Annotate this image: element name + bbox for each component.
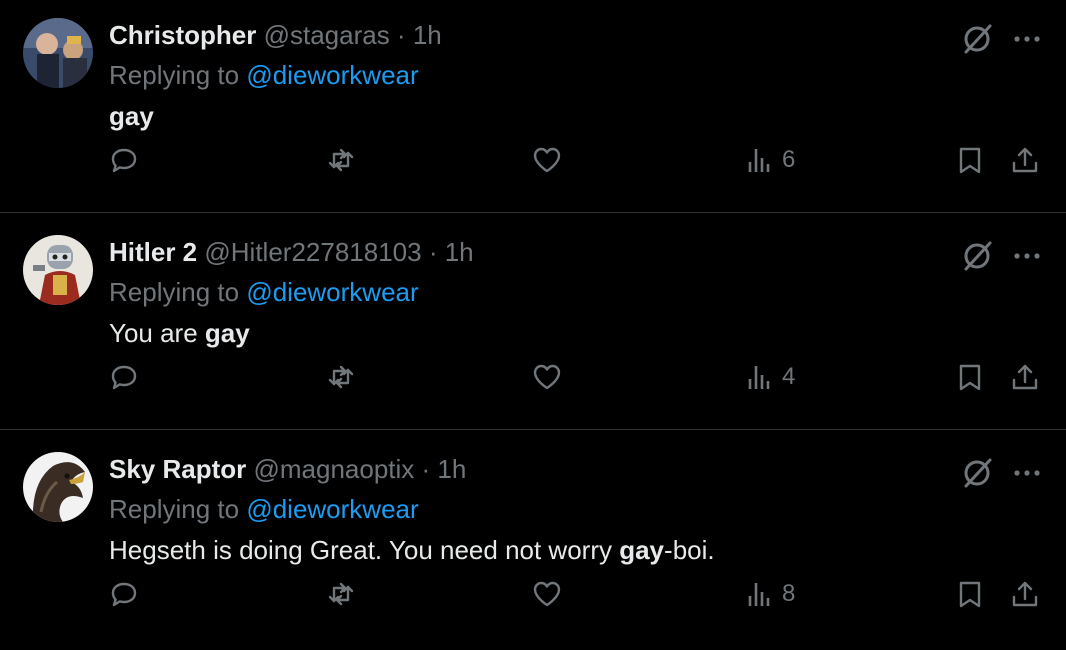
tweet-text-segment: gay (109, 101, 154, 131)
replying-to-label: Replying to (109, 277, 247, 307)
bookmark-icon (959, 147, 981, 174)
reply-icon (111, 365, 137, 390)
tweet-divider (0, 212, 1066, 213)
like-button[interactable] (532, 574, 562, 614)
share-button[interactable] (1010, 357, 1040, 397)
action-bar: 4 (0, 357, 1066, 397)
share-icon (1012, 147, 1038, 173)
avatar[interactable] (23, 18, 93, 88)
tweet-text: You are gay (109, 314, 250, 352)
views-count: 4 (782, 363, 796, 390)
bookmark-button[interactable] (955, 357, 985, 397)
tweet[interactable]: Sky Raptor @magnaoptix · 1h Replying to … (0, 434, 1066, 650)
bookmark-button[interactable] (955, 574, 985, 614)
like-icon (533, 581, 561, 607)
grok-icon[interactable] (960, 456, 994, 490)
like-icon (533, 147, 561, 173)
tweet-text-segment: -boi. (664, 535, 715, 565)
share-icon (1012, 364, 1038, 390)
tweet-text: Hegseth is doing Great. You need not wor… (109, 531, 715, 569)
grok-icon[interactable] (960, 22, 994, 56)
more-icon[interactable] (1010, 22, 1044, 56)
more-icon[interactable] (1010, 456, 1044, 490)
avatar[interactable] (23, 452, 93, 522)
tweet-text-segment: You are (109, 318, 205, 348)
share-button[interactable] (1010, 140, 1040, 180)
share-button[interactable] (1010, 574, 1040, 614)
views-icon (748, 149, 770, 172)
separator-dot: · (421, 237, 445, 267)
replying-to: Replying to @dieworkwear (109, 273, 419, 311)
timestamp[interactable]: 1h (445, 237, 474, 267)
replying-to-label: Replying to (109, 60, 247, 90)
views-icon (748, 583, 770, 606)
tweet-header: Christopher @stagaras · 1h (109, 16, 442, 54)
bookmark-icon (959, 581, 981, 608)
views-icon (748, 366, 770, 389)
tweet[interactable]: Hitler 2 @Hitler227818103 · 1h Replying … (0, 217, 1066, 433)
views-button[interactable]: 8 (746, 574, 795, 614)
mention-link[interactable]: @dieworkwear (246, 277, 418, 307)
tweet-header: Hitler 2 @Hitler227818103 · 1h (109, 233, 474, 271)
user-handle[interactable]: @stagaras (264, 20, 390, 50)
views-button[interactable]: 6 (746, 140, 795, 180)
retweet-button[interactable] (326, 140, 356, 180)
display-name[interactable]: Christopher (109, 20, 256, 50)
mention-link[interactable]: @dieworkwear (246, 60, 418, 90)
separator-dot: · (414, 454, 438, 484)
views-count: 6 (782, 146, 796, 173)
tweet-text-segment: gay (619, 535, 665, 565)
replying-to-label: Replying to (109, 494, 247, 524)
grok-icon[interactable] (960, 239, 994, 273)
tweet-divider (0, 429, 1066, 430)
bookmark-button[interactable] (955, 140, 985, 180)
share-icon (1012, 581, 1038, 607)
views-count: 8 (782, 580, 796, 607)
bookmark-icon (959, 364, 981, 391)
reply-button[interactable] (109, 357, 139, 397)
tweet-header: Sky Raptor @magnaoptix · 1h (109, 450, 466, 488)
replying-to: Replying to @dieworkwear (109, 490, 419, 528)
reply-button[interactable] (109, 140, 139, 180)
retweet-button[interactable] (326, 357, 356, 397)
reply-button[interactable] (109, 574, 139, 614)
avatar[interactable] (23, 235, 93, 305)
user-handle[interactable]: @Hitler227818103 (204, 237, 421, 267)
action-bar: 8 (0, 574, 1066, 614)
mention-link[interactable]: @dieworkwear (246, 494, 418, 524)
display-name[interactable]: Sky Raptor (109, 454, 246, 484)
action-bar: 6 (0, 140, 1066, 180)
user-handle[interactable]: @magnaoptix (254, 454, 415, 484)
like-button[interactable] (532, 140, 562, 180)
retweet-button[interactable] (326, 574, 356, 614)
replying-to: Replying to @dieworkwear (109, 56, 419, 94)
reply-icon (111, 148, 137, 173)
like-icon (533, 364, 561, 390)
views-button[interactable]: 4 (746, 357, 795, 397)
separator-dot: · (389, 20, 413, 50)
more-icon[interactable] (1010, 239, 1044, 273)
tweet-text: gay (109, 97, 154, 135)
tweet-text-segment: Hegseth is doing Great. You need not wor… (109, 535, 620, 565)
retweet-icon (328, 148, 354, 172)
display-name[interactable]: Hitler 2 (109, 237, 197, 267)
tweet-text-segment: gay (204, 318, 250, 348)
like-button[interactable] (532, 357, 562, 397)
timestamp[interactable]: 1h (413, 20, 442, 50)
retweet-icon (328, 582, 354, 606)
tweet[interactable]: Christopher @stagaras · 1h Replying to @… (0, 0, 1066, 216)
retweet-icon (328, 365, 354, 389)
reply-icon (111, 582, 137, 607)
timestamp[interactable]: 1h (437, 454, 466, 484)
